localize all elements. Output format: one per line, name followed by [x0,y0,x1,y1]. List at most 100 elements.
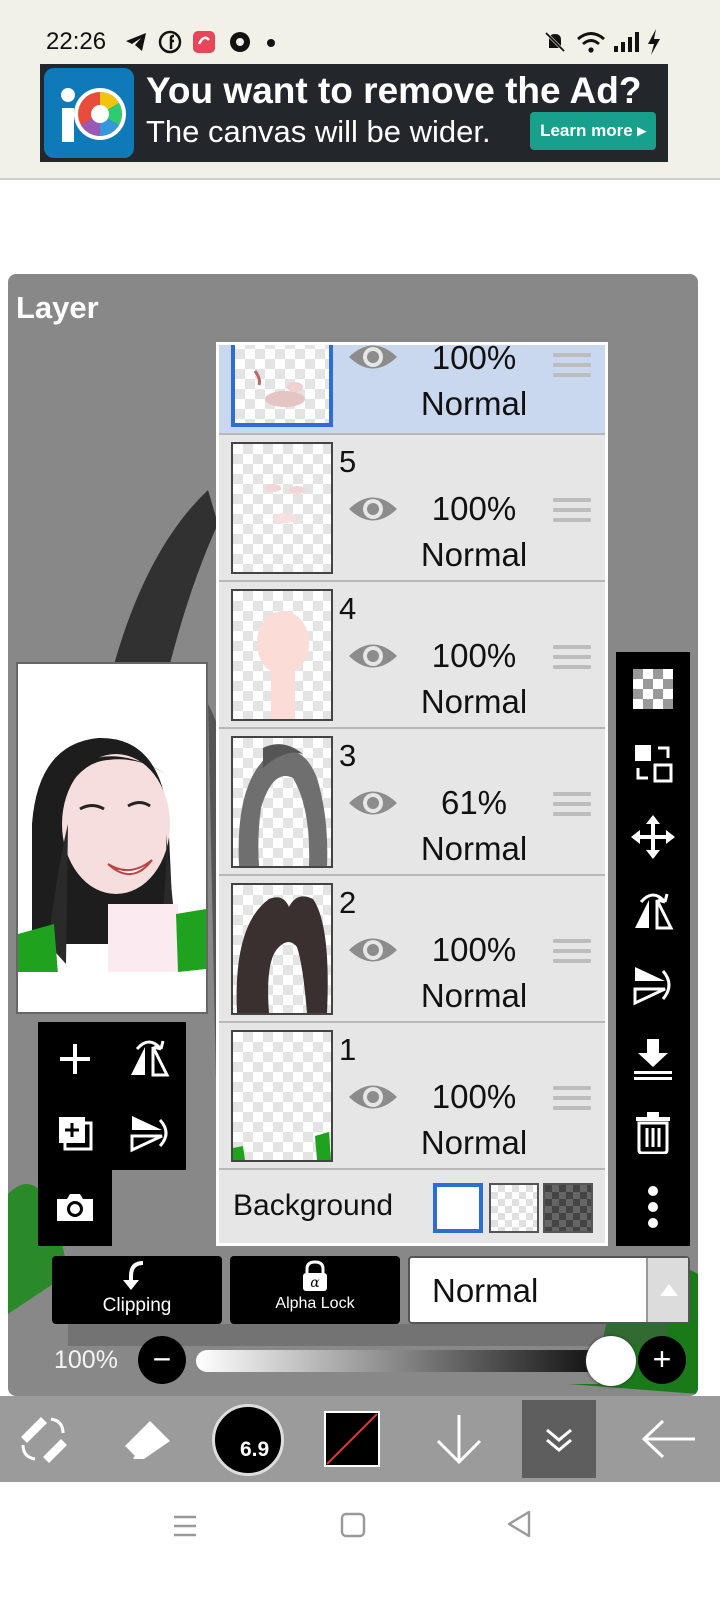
canvas-preview[interactable] [16,662,208,1014]
delete-layer-button[interactable] [616,1096,690,1170]
arrow-left-icon [641,1419,695,1459]
ad-title: You want to remove the Ad? [146,70,642,111]
ad-banner[interactable]: You want to remove the Ad? The canvas wi… [40,64,668,162]
background-row: Background [219,1171,605,1243]
layer-row-2[interactable]: 2 100% Normal [219,877,605,1023]
layer-thumbnail [231,589,333,721]
layer-blend-mode: Normal [420,1124,528,1161]
blend-mode-value: Normal [432,1272,539,1309]
layer-blend-mode: Normal [420,683,528,720]
color-button[interactable] [310,1396,394,1482]
opacity-value: 100% [54,1346,118,1374]
alpha-lock-icon: α [303,1260,327,1291]
eraser-button[interactable] [104,1396,190,1482]
layer-row-6[interactable]: 100% Normal [219,342,605,435]
merge-down-icon [634,1039,672,1080]
flip-horizontal-icon [131,1040,170,1077]
merge-down-button[interactable] [616,1022,690,1096]
flip-horizontal-right-button[interactable] [616,874,690,948]
layer-row-1[interactable]: 1 100% Normal [219,1024,605,1170]
signal-icon [614,32,639,52]
background-transparent-swatch[interactable] [489,1183,539,1233]
swap-layers-button[interactable] [616,726,690,800]
svg-text:α: α [310,1275,320,1291]
chrome-icon [230,32,250,52]
opacity-slider[interactable] [196,1350,626,1372]
opacity-decrease-button[interactable]: − [138,1336,186,1384]
move-layer-button[interactable] [616,800,690,874]
visibility-eye-icon[interactable] [347,342,399,374]
recent-apps-icon[interactable] [172,1514,198,1538]
duplicate-layer-icon [59,1117,93,1151]
flip-vertical-button[interactable] [112,1096,186,1170]
minus-icon: − [152,1341,172,1377]
camera-icon [57,1194,93,1221]
visibility-eye-icon[interactable] [347,1080,399,1114]
system-back-icon[interactable] [506,1510,532,1538]
plus-icon: + [652,1341,672,1377]
home-icon[interactable] [340,1512,366,1538]
alpha-lock-button[interactable]: α Alpha Lock [230,1256,400,1324]
brush-eraser-swap-icon [21,1417,67,1463]
opacity-increase-button[interactable]: + [638,1336,686,1384]
back-button[interactable] [626,1396,712,1482]
visibility-eye-icon[interactable] [347,786,399,820]
clipping-label: Clipping [102,1295,172,1316]
layer-blend-mode: Normal [420,536,528,573]
camera-button[interactable] [38,1170,112,1244]
blend-mode-dropdown-toggle[interactable] [646,1258,688,1322]
layer-number: 4 [339,591,357,626]
layer-panel-toggle-button[interactable] [522,1400,596,1478]
facebook-icon [158,30,182,54]
visibility-eye-icon[interactable] [347,933,399,967]
triangle-up-icon [660,1284,678,1296]
flip-horizontal-button[interactable] [112,1022,186,1096]
trash-icon [636,1112,670,1154]
visibility-eye-icon[interactable] [347,492,399,526]
drag-handle-icon[interactable] [553,498,591,524]
layer-opacity: 100% [431,637,517,674]
flip-vertical-right-button[interactable] [616,948,690,1022]
layer-row-5[interactable]: 5 100% Normal [219,436,605,582]
status-bar: 22:26 You want to remove the Ad? The can… [0,0,720,180]
learn-more-button[interactable]: Learn more ▸ [530,112,656,150]
duplicate-layer-button[interactable] [38,1096,112,1170]
background-label: Background [233,1189,394,1222]
layer-row-3[interactable]: 3 61% Normal [219,730,605,876]
blend-mode-select[interactable]: Normal [408,1256,690,1324]
learn-more-label: Learn more [540,121,633,140]
tool-switch-button[interactable] [0,1396,86,1482]
drag-handle-icon[interactable] [553,1086,591,1112]
layer-number: 1 [339,1032,357,1067]
layer-opacity: 100% [431,490,517,527]
background-dark-swatch[interactable] [543,1183,593,1233]
layer-row-4[interactable]: 4 100% Normal [219,583,605,729]
drag-handle-icon[interactable] [553,645,591,671]
drag-handle-icon[interactable] [553,939,591,965]
arrow-down-icon [436,1415,482,1465]
layer-number: 2 [339,885,357,920]
drag-handle-icon[interactable] [553,353,591,379]
background-white-swatch[interactable] [433,1183,483,1233]
layer-number: 3 [339,738,357,773]
add-layer-button[interactable] [38,1022,112,1096]
layer-panel-title: Layer [16,290,99,325]
wifi-icon [577,32,605,53]
visibility-eye-icon[interactable] [347,639,399,673]
layer-thumbnail [231,442,333,574]
alpha-lock-label: Alpha Lock [275,1295,355,1312]
opacity-slider-handle[interactable] [586,1336,636,1386]
drag-handle-icon[interactable] [553,792,591,818]
clipping-button[interactable]: Clipping [52,1256,222,1324]
flip-vertical-icon [130,1116,168,1153]
layer-down-button[interactable] [416,1396,502,1482]
move-icon [631,815,675,859]
layer-blend-mode: Normal [420,830,528,867]
flip-horizontal-icon [635,893,674,930]
more-options-button[interactable] [616,1170,690,1244]
new-transparent-layer-button[interactable] [616,652,690,726]
brush-size-value: 6.9 [240,1438,270,1461]
app-notification-icon [193,31,215,53]
telegram-icon [126,33,146,51]
system-nav-bar [0,1482,720,1600]
